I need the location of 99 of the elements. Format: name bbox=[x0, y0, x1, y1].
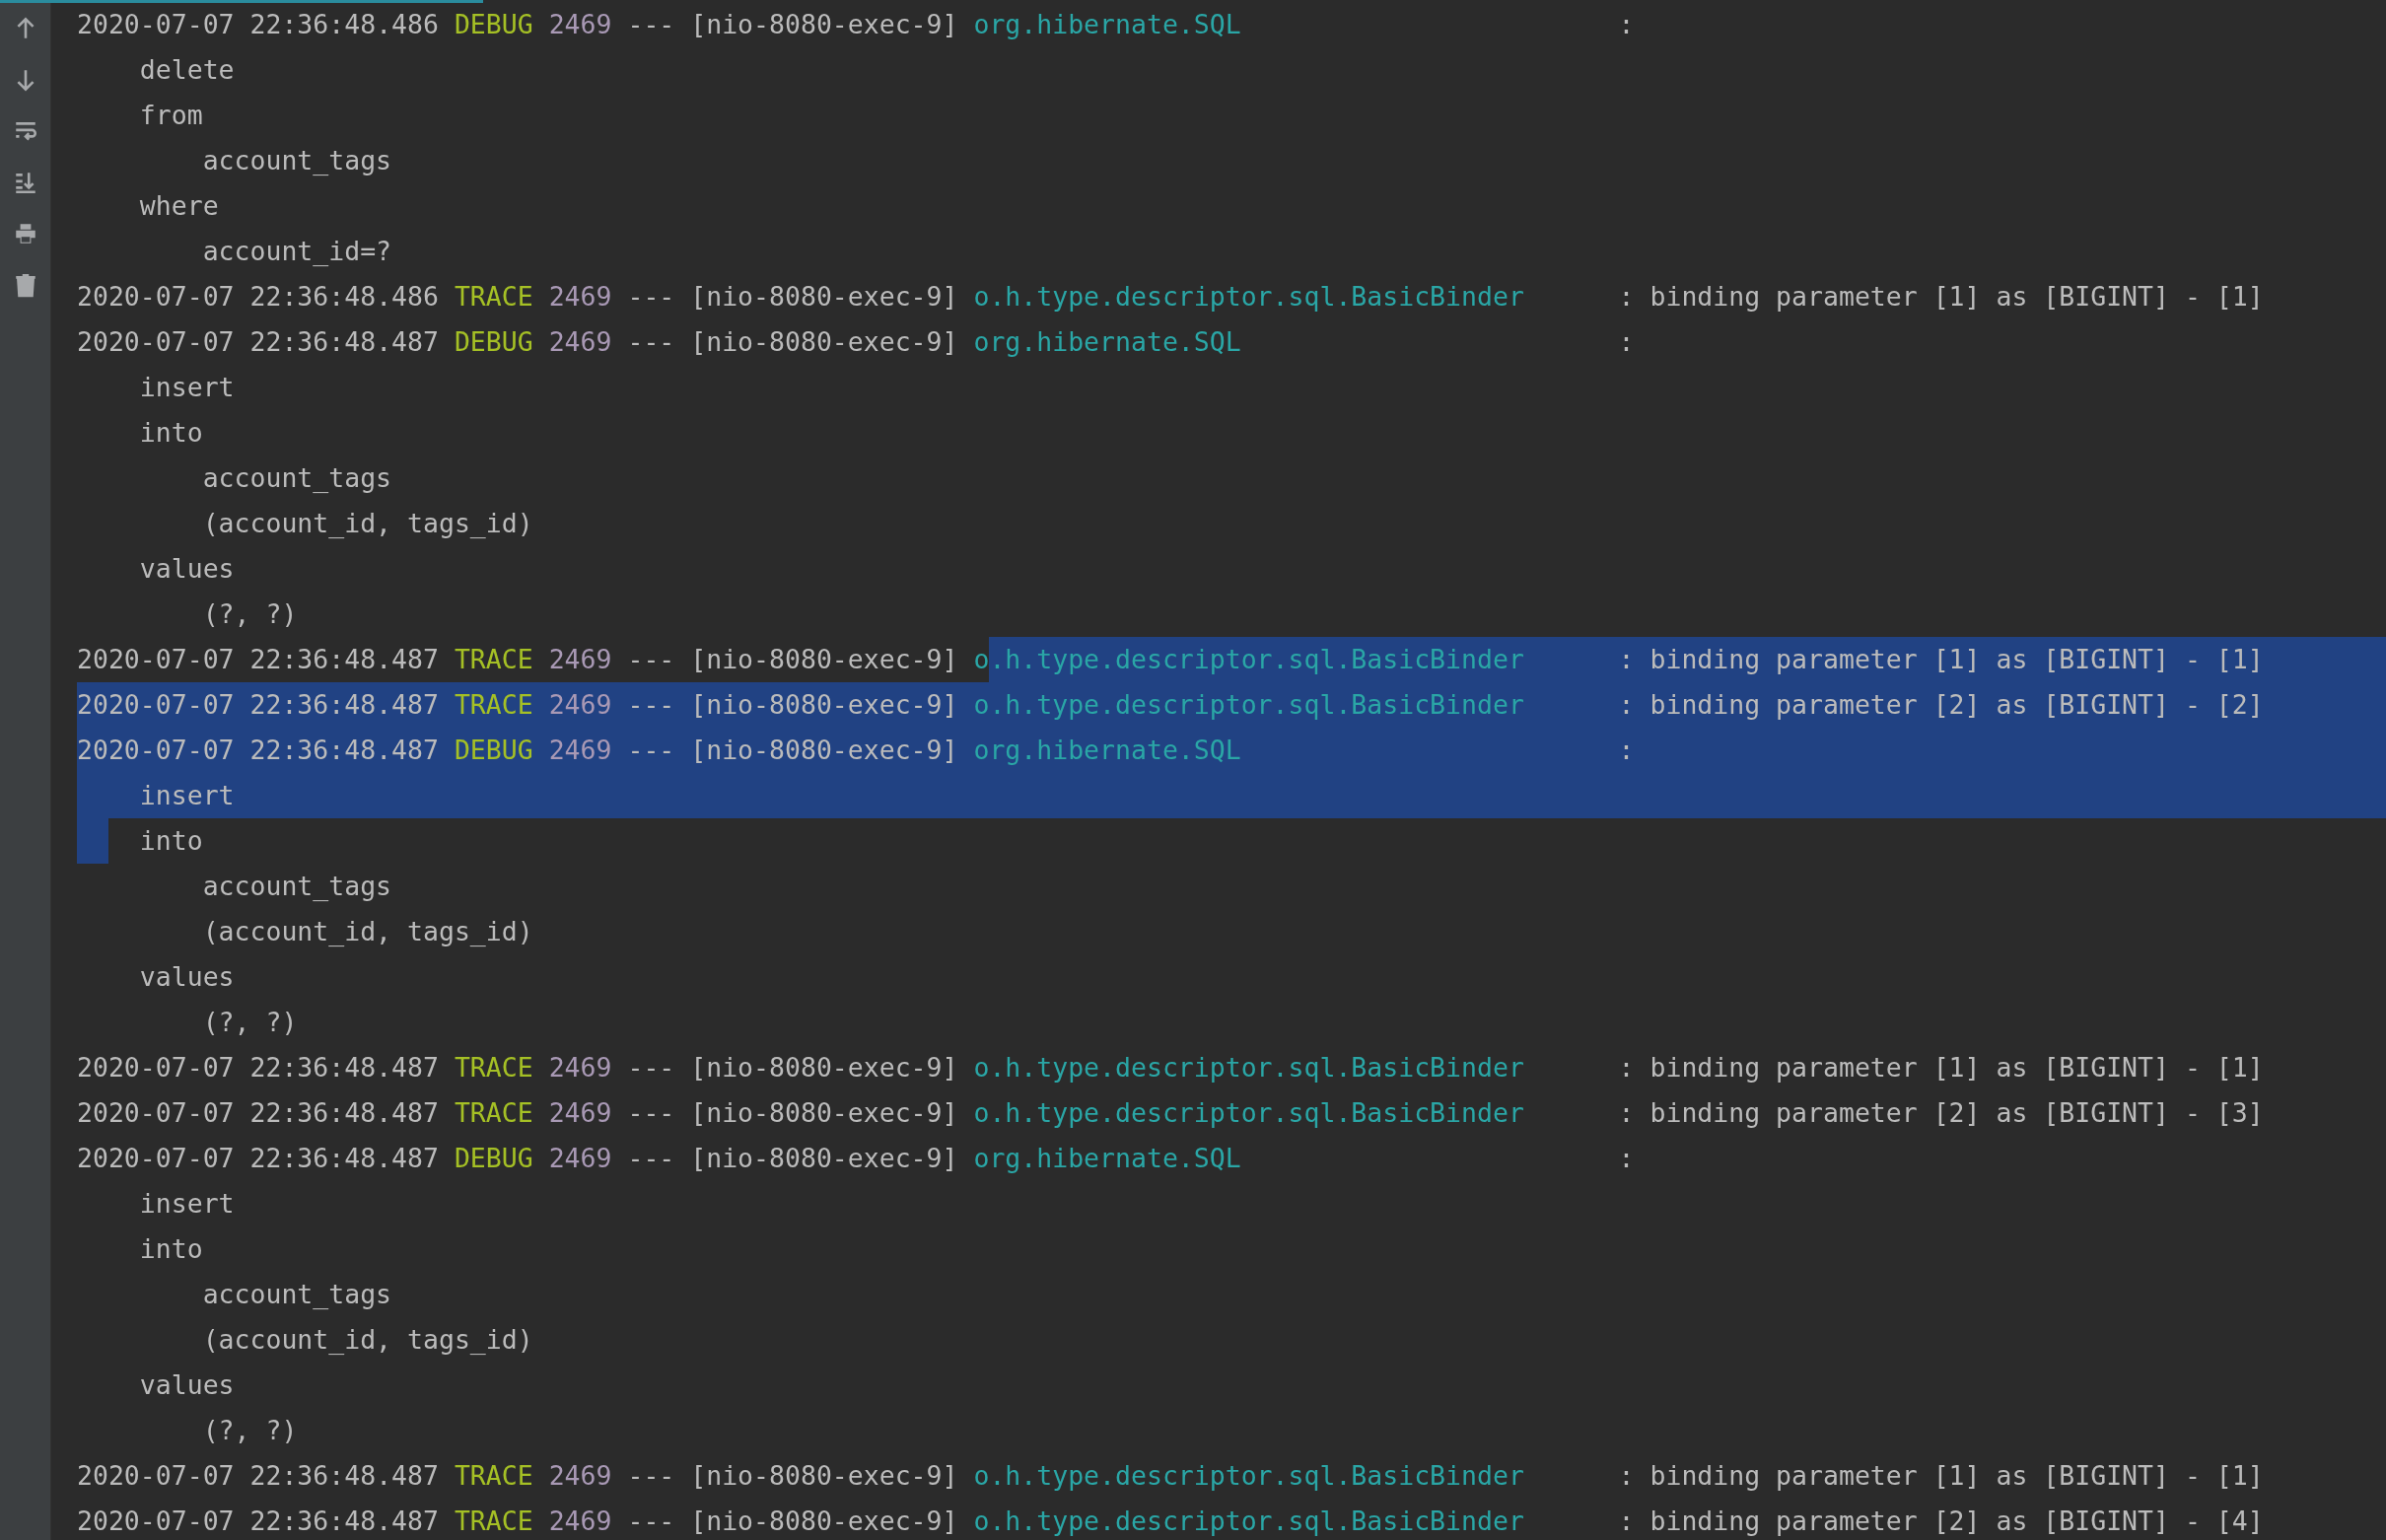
sql-keyword: insert bbox=[139, 1187, 235, 1221]
logger-name: o.h.type.descriptor.sql.BasicBinder bbox=[973, 1096, 1525, 1130]
log-separator: --- bbox=[627, 1505, 675, 1538]
log-separator: --- bbox=[627, 1051, 675, 1085]
sql-text: (?, ?) bbox=[202, 1414, 298, 1447]
log-level: TRACE bbox=[454, 643, 533, 676]
thread-name: [nio-8080-exec-9] bbox=[690, 1459, 958, 1493]
process-id: 2469 bbox=[548, 643, 612, 676]
sql-text: account_tags bbox=[202, 1278, 392, 1311]
process-id: 2469 bbox=[548, 1096, 612, 1130]
thread-name: [nio-8080-exec-9] bbox=[690, 1096, 958, 1130]
sql-text: (account_id, tags_id) bbox=[202, 507, 533, 540]
sql-keyword: where bbox=[139, 189, 219, 223]
logger-name: o.h.type.descriptor.sql.BasicBinder bbox=[973, 1505, 1525, 1538]
log-message: : binding parameter [1] as [BIGINT] - [1] bbox=[1618, 280, 2264, 314]
logger-name: org.hibernate.SQL bbox=[973, 1142, 1242, 1175]
process-id: 2469 bbox=[548, 1459, 612, 1493]
process-id: 2469 bbox=[548, 1142, 612, 1175]
log-timestamp: 2020-07-07 22:36:48.487 bbox=[77, 325, 439, 359]
log-separator: --- bbox=[627, 1142, 675, 1175]
sql-text: (account_id, tags_id) bbox=[202, 1323, 533, 1357]
thread-name: [nio-8080-exec-9] bbox=[690, 1505, 958, 1538]
log-timestamp: 2020-07-07 22:36:48.487 bbox=[77, 1142, 439, 1175]
log-message: : binding parameter [1] as [BIGINT] - [1] bbox=[1618, 643, 2264, 676]
log-timestamp: 2020-07-07 22:36:48.486 bbox=[77, 8, 439, 41]
logger-name: org.hibernate.SQL bbox=[973, 734, 1242, 767]
log-message: : bbox=[1618, 8, 1635, 41]
thread-name: [nio-8080-exec-9] bbox=[690, 734, 958, 767]
thread-name: [nio-8080-exec-9] bbox=[690, 280, 958, 314]
log-timestamp: 2020-07-07 22:36:48.487 bbox=[77, 1096, 439, 1130]
logger-name: o.h.type.descriptor.sql.BasicBinder bbox=[973, 688, 1525, 722]
log-timestamp: 2020-07-07 22:36:48.487 bbox=[77, 1051, 439, 1085]
thread-name: [nio-8080-exec-9] bbox=[690, 643, 958, 676]
sql-keyword: values bbox=[139, 960, 235, 994]
thread-name: [nio-8080-exec-9] bbox=[690, 688, 958, 722]
log-timestamp: 2020-07-07 22:36:48.487 bbox=[77, 1459, 439, 1493]
log-timestamp: 2020-07-07 22:36:48.487 bbox=[77, 734, 439, 767]
log-message: : bbox=[1618, 325, 1635, 359]
sql-keyword: into bbox=[139, 416, 203, 450]
logger-name: o.h.type.descriptor.sql.BasicBinder bbox=[973, 1051, 1525, 1085]
sql-keyword: values bbox=[139, 1368, 235, 1402]
sql-text: (account_id, tags_id) bbox=[202, 915, 533, 948]
log-level: TRACE bbox=[454, 1505, 533, 1538]
process-id: 2469 bbox=[548, 8, 612, 41]
log-separator: --- bbox=[627, 643, 675, 676]
sql-keyword: delete bbox=[139, 53, 235, 87]
log-message: : binding parameter [2] as [BIGINT] - [3] bbox=[1618, 1096, 2264, 1130]
sql-keyword: insert bbox=[139, 779, 235, 812]
log-message: : bbox=[1618, 1142, 1635, 1175]
sql-text: account_tags bbox=[202, 870, 392, 903]
process-id: 2469 bbox=[548, 1051, 612, 1085]
log-separator: --- bbox=[627, 1459, 675, 1493]
log-timestamp: 2020-07-07 22:36:48.487 bbox=[77, 643, 439, 676]
log-level: TRACE bbox=[454, 1096, 533, 1130]
process-id: 2469 bbox=[548, 688, 612, 722]
log-level: TRACE bbox=[454, 280, 533, 314]
log-message: : binding parameter [1] as [BIGINT] - [1] bbox=[1618, 1459, 2264, 1493]
log-timestamp: 2020-07-07 22:36:48.487 bbox=[77, 1505, 439, 1538]
sql-keyword: into bbox=[139, 1232, 203, 1266]
sql-text: (?, ?) bbox=[202, 1006, 298, 1039]
logger-name: o.h.type.descriptor.sql.BasicBinder bbox=[973, 280, 1525, 314]
log-message: : binding parameter [2] as [BIGINT] - [2] bbox=[1618, 688, 2264, 722]
sql-keyword: insert bbox=[139, 371, 235, 404]
log-level: TRACE bbox=[454, 1459, 533, 1493]
process-id: 2469 bbox=[548, 1505, 612, 1538]
log-message: : bbox=[1618, 734, 1635, 767]
log-level: DEBUG bbox=[454, 325, 533, 359]
log-message: : binding parameter [2] as [BIGINT] - [4] bbox=[1618, 1505, 2264, 1538]
log-separator: --- bbox=[627, 280, 675, 314]
log-level: TRACE bbox=[454, 1051, 533, 1085]
sql-keyword: values bbox=[139, 552, 235, 586]
logger-name: o.h.type.descriptor.sql.BasicBinder bbox=[973, 1459, 1525, 1493]
log-separator: --- bbox=[627, 325, 675, 359]
thread-name: [nio-8080-exec-9] bbox=[690, 1051, 958, 1085]
log-separator: --- bbox=[627, 1096, 675, 1130]
sql-keyword: into bbox=[139, 824, 203, 858]
process-id: 2469 bbox=[548, 734, 612, 767]
log-level: TRACE bbox=[454, 688, 533, 722]
log-level: DEBUG bbox=[454, 734, 533, 767]
logger-name: org.hibernate.SQL bbox=[973, 325, 1242, 359]
log-separator: --- bbox=[627, 8, 675, 41]
thread-name: [nio-8080-exec-9] bbox=[690, 325, 958, 359]
log-timestamp: 2020-07-07 22:36:48.486 bbox=[77, 280, 439, 314]
log-timestamp: 2020-07-07 22:36:48.487 bbox=[77, 688, 439, 722]
sql-text: (?, ?) bbox=[202, 597, 298, 631]
process-id: 2469 bbox=[548, 325, 612, 359]
log-level: DEBUG bbox=[454, 8, 533, 41]
process-id: 2469 bbox=[548, 280, 612, 314]
logger-name: org.hibernate.SQL bbox=[973, 8, 1242, 41]
thread-name: [nio-8080-exec-9] bbox=[690, 8, 958, 41]
log-separator: --- bbox=[627, 688, 675, 722]
log-message: : binding parameter [1] as [BIGINT] - [1] bbox=[1618, 1051, 2264, 1085]
log-level: DEBUG bbox=[454, 1142, 533, 1175]
sql-text: account_id=? bbox=[202, 235, 392, 268]
thread-name: [nio-8080-exec-9] bbox=[690, 1142, 958, 1175]
log-separator: --- bbox=[627, 734, 675, 767]
sql-keyword: from bbox=[139, 99, 203, 132]
sql-text: account_tags bbox=[202, 144, 392, 177]
sql-text: account_tags bbox=[202, 461, 392, 495]
